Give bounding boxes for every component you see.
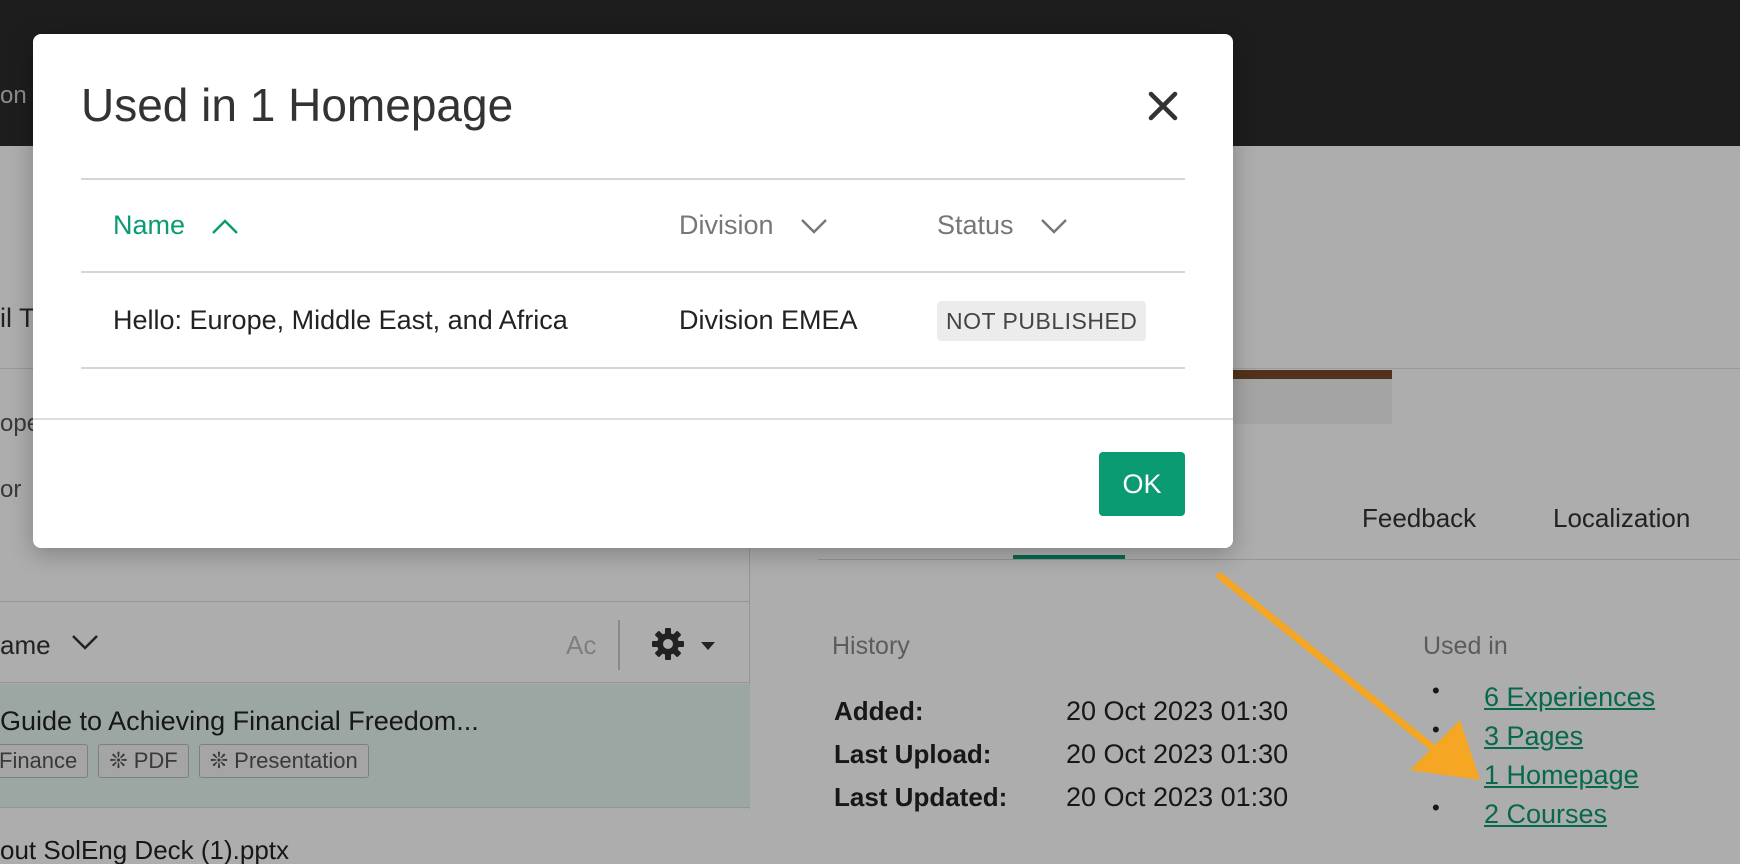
annotation-arrow-icon (1216, 572, 1480, 780)
chevron-down-icon (800, 218, 827, 234)
modal-title: Used in 1 Homepage (81, 79, 514, 131)
chevron-down-icon (1040, 218, 1067, 234)
cell-division: Division EMEA (679, 305, 858, 335)
table-header: Name Division Status (81, 178, 1185, 273)
used-in-modal: Used in 1 Homepage Name Division Status … (33, 34, 1233, 548)
cell-name[interactable]: Hello: Europe, Middle East, and Africa (113, 305, 568, 336)
column-header-division[interactable]: Division (679, 210, 828, 241)
table-row[interactable]: Hello: Europe, Middle East, and Africa D… (81, 273, 1185, 369)
ok-button[interactable]: OK (1099, 452, 1185, 516)
column-header-name[interactable]: Name (113, 210, 239, 241)
close-icon[interactable] (1141, 84, 1185, 128)
status-badge: NOT PUBLISHED (937, 301, 1147, 341)
used-in-table: Name Division Status Hello: Europe, Midd… (81, 178, 1185, 369)
chevron-up-icon (212, 218, 238, 234)
modal-footer-divider (33, 418, 1233, 420)
column-header-status[interactable]: Status (937, 210, 1068, 241)
